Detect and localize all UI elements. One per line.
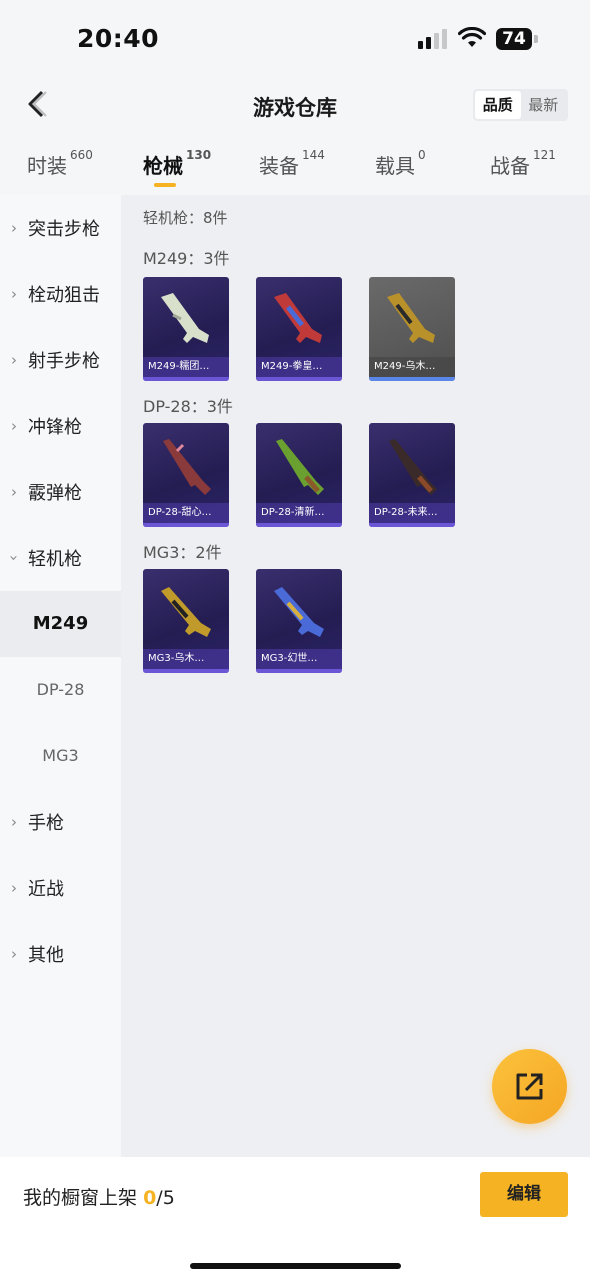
battery-icon: 74 — [496, 28, 532, 50]
sidebar-sub-m249[interactable]: M249 — [0, 591, 121, 657]
group-title-dp28: DP-28：3件 — [143, 397, 233, 416]
skin-card[interactable]: DP-28-清新… — [256, 423, 342, 527]
tab-vehicles[interactable]: 载具 0 — [375, 148, 426, 179]
group-title-mg3: MG3：2件 — [143, 543, 222, 562]
gun-image — [274, 587, 324, 637]
chevron-right-icon: › — [11, 351, 17, 369]
nav-bar: 游戏仓库 品质 最新 — [0, 80, 590, 130]
skin-card[interactable]: DP-28-甜心… — [143, 423, 229, 527]
wifi-icon — [458, 27, 486, 47]
chevron-right-icon: › — [11, 417, 17, 435]
gun-image — [274, 293, 322, 343]
sidebar-sub-dp28[interactable]: DP-28 — [0, 657, 121, 723]
gun-image — [161, 587, 211, 637]
showcase-shelf-status: 我的橱窗上架 0/5 — [23, 1187, 175, 1209]
gun-image — [276, 439, 324, 495]
active-tab-indicator — [154, 183, 176, 187]
sidebar-item-bolt-sniper[interactable]: › 栓动狙击 — [0, 261, 121, 327]
sidebar-item-melee[interactable]: › 近战 — [0, 855, 121, 921]
gun-image — [163, 439, 211, 495]
sidebar-item-pistol[interactable]: › 手枪 — [0, 789, 121, 855]
skin-card[interactable]: M249-乌木… — [369, 277, 455, 381]
sidebar-item-smg[interactable]: › 冲锋枪 — [0, 393, 121, 459]
tab-equipment[interactable]: 装备 144 — [259, 148, 325, 179]
gun-image — [389, 439, 437, 495]
gun-image — [387, 293, 435, 343]
chevron-right-icon: › — [11, 219, 17, 237]
gun-image — [161, 293, 209, 343]
status-time: 20:40 — [77, 24, 160, 53]
skin-card[interactable]: MG3-乌木… — [143, 569, 229, 673]
sidebar-item-assault-rifle[interactable]: › 突击步枪 — [0, 195, 121, 261]
sidebar-item-shotgun[interactable]: › 霰弹枪 — [0, 459, 121, 525]
tab-guns[interactable]: 枪械 130 — [143, 148, 211, 179]
tab-battle-gear[interactable]: 战备 121 — [490, 148, 556, 179]
skin-card[interactable]: M249-糯团… — [143, 277, 229, 381]
chevron-right-icon: › — [11, 945, 17, 963]
home-indicator — [190, 1263, 401, 1269]
group-title-m249: M249：3件 — [143, 249, 230, 268]
item-grid-area: 轻机枪：8件 M249：3件 M249-糯团… M249-拳皇… M249-乌木… — [121, 195, 590, 1157]
skin-card[interactable]: MG3-幻世… — [256, 569, 342, 673]
chevron-right-icon: › — [11, 285, 17, 303]
lmg-total-count: 轻机枪：8件 — [143, 209, 228, 227]
share-external-icon — [516, 1073, 543, 1100]
sidebar-sub-mg3[interactable]: MG3 — [0, 723, 121, 789]
battery-tip — [534, 35, 538, 43]
skin-card[interactable]: DP-28-未来… — [369, 423, 455, 527]
signal-icon — [418, 29, 447, 49]
chevron-right-icon: › — [11, 813, 17, 831]
sort-newest-button[interactable]: 最新 — [521, 91, 567, 119]
tab-fashion[interactable]: 时装 660 — [27, 148, 93, 179]
sort-quality-button[interactable]: 品质 — [475, 91, 521, 119]
skin-card[interactable]: M249-拳皇… — [256, 277, 342, 381]
category-tabs: 时装 660 枪械 130 装备 144 载具 0 战备 121 — [0, 130, 590, 195]
chevron-down-icon: › — [5, 555, 23, 561]
sidebar-item-marksman-rifle[interactable]: › 射手步枪 — [0, 327, 121, 393]
sidebar: › 突击步枪 › 栓动狙击 › 射手步枪 › 冲锋枪 › 霰弹枪 › 轻机枪 M249 DP… — [0, 195, 121, 1157]
chevron-right-icon: › — [11, 879, 17, 897]
sidebar-item-lmg[interactable]: › 轻机枪 — [0, 525, 121, 591]
chevron-right-icon: › — [11, 483, 17, 501]
sidebar-item-other[interactable]: › 其他 — [0, 921, 121, 987]
edit-button[interactable]: 编辑 — [480, 1172, 568, 1217]
status-bar: 20:40 74 — [0, 0, 590, 80]
bottom-bar: 我的橱窗上架 0/5 编辑 — [0, 1157, 590, 1280]
sort-toggle: 品质 最新 — [473, 89, 568, 121]
share-fab-button[interactable] — [492, 1049, 567, 1124]
